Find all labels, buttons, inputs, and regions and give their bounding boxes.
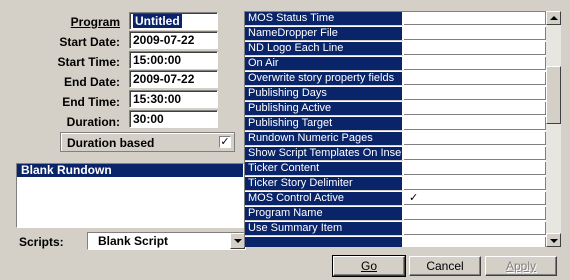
end-time-field[interactable]: 15:30:00: [129, 90, 218, 108]
end-date-field[interactable]: 2009-07-22: [129, 70, 218, 88]
start-time-field[interactable]: 15:00:00: [129, 51, 218, 69]
property-row[interactable]: Publishing Days: [245, 87, 546, 101]
property-value[interactable]: [404, 27, 546, 40]
property-name: ND Logo Each Line: [245, 42, 403, 55]
property-name: Program Name: [245, 207, 403, 220]
property-value[interactable]: [404, 57, 546, 70]
duration-based-checkbox[interactable]: ✓: [219, 136, 231, 148]
scripts-label: Scripts:: [19, 235, 64, 249]
scripts-value: Blank Script: [98, 234, 169, 248]
property-value[interactable]: [404, 42, 546, 55]
program-label: Program: [70, 15, 120, 29]
property-value[interactable]: [404, 162, 546, 175]
property-row[interactable]: Ticker Content: [245, 162, 546, 176]
property-row[interactable]: Publishing Active: [245, 102, 546, 116]
property-name: Overwrite story property fields: [245, 72, 403, 85]
property-name: Rundown Numeric Pages: [245, 132, 403, 145]
end-date-label: End Date:: [63, 75, 120, 89]
property-name: On Air: [245, 57, 403, 70]
property-value[interactable]: ✓: [404, 192, 546, 205]
property-value[interactable]: [404, 87, 546, 100]
property-value[interactable]: [404, 12, 546, 25]
property-row[interactable]: [245, 237, 546, 247]
dropdown-button[interactable]: [230, 233, 245, 249]
check-icon: ✓: [220, 136, 230, 148]
cancel-button[interactable]: Cancel: [409, 256, 481, 276]
property-name: MOS Status Time: [245, 12, 403, 25]
property-row[interactable]: Ticker Story Delimiter: [245, 177, 546, 191]
property-name: Publishing Active: [245, 102, 403, 115]
property-row[interactable]: Rundown Numeric Pages: [245, 132, 546, 146]
property-name: Ticker Story Delimiter: [245, 177, 403, 190]
duration-based-label: Duration based: [67, 136, 155, 150]
property-row[interactable]: MOS Control Active ✓: [245, 192, 546, 206]
program-value: Untitled: [133, 14, 182, 28]
scroll-thumb[interactable]: [546, 66, 561, 124]
property-value[interactable]: [404, 72, 546, 85]
property-row[interactable]: Show Script Templates On Insert: [245, 147, 546, 161]
property-value[interactable]: [404, 222, 546, 235]
property-value[interactable]: [404, 177, 546, 190]
rundown-list[interactable]: Blank Rundown: [16, 163, 244, 228]
apply-button[interactable]: Apply: [485, 256, 557, 276]
property-name: Publishing Days: [245, 87, 403, 100]
property-row[interactable]: Overwrite story property fields: [245, 72, 546, 86]
property-name: [245, 237, 403, 247]
property-row[interactable]: ND Logo Each Line: [245, 42, 546, 56]
go-button[interactable]: Go: [332, 255, 406, 277]
property-row[interactable]: Use Summary Item: [245, 222, 546, 236]
scripts-dropdown[interactable]: Blank Script: [87, 232, 246, 250]
scroll-down-button[interactable]: [546, 233, 561, 247]
property-row[interactable]: NameDropper File: [245, 27, 546, 41]
property-name: MOS Control Active: [245, 192, 403, 205]
property-value[interactable]: [404, 102, 546, 115]
end-time-label: End Time:: [62, 95, 120, 109]
property-value[interactable]: [404, 237, 546, 247]
property-value[interactable]: [404, 207, 546, 220]
arrow-up-icon: [550, 16, 558, 20]
scroll-up-button[interactable]: [546, 11, 561, 25]
property-value[interactable]: [404, 147, 546, 160]
start-date-field[interactable]: 2009-07-22: [129, 31, 218, 49]
property-value[interactable]: [404, 132, 546, 145]
program-field[interactable]: Untitled: [129, 12, 218, 30]
property-row[interactable]: Publishing Target: [245, 117, 546, 131]
duration-field[interactable]: 30:00: [129, 110, 218, 128]
property-name: Ticker Content: [245, 162, 403, 175]
arrow-down-icon: [550, 239, 558, 243]
rundown-item-selected[interactable]: Blank Rundown: [17, 164, 243, 177]
property-name: Publishing Target: [245, 117, 403, 130]
property-row[interactable]: On Air: [245, 57, 546, 71]
property-row[interactable]: MOS Status Time: [245, 12, 546, 26]
property-grid[interactable]: MOS Status Time NameDropper File ND Logo E…: [244, 11, 561, 247]
vertical-scrollbar[interactable]: [546, 11, 561, 247]
duration-label: Duration:: [66, 115, 120, 129]
property-name: Use Summary Item: [245, 222, 403, 235]
chevron-down-icon: [234, 239, 242, 243]
property-row[interactable]: Program Name: [245, 207, 546, 221]
property-value[interactable]: [404, 117, 546, 130]
property-name: Show Script Templates On Insert: [245, 147, 403, 160]
start-time-label: Start Time:: [57, 55, 120, 69]
property-name: NameDropper File: [245, 27, 403, 40]
start-date-label: Start Date:: [59, 35, 120, 49]
